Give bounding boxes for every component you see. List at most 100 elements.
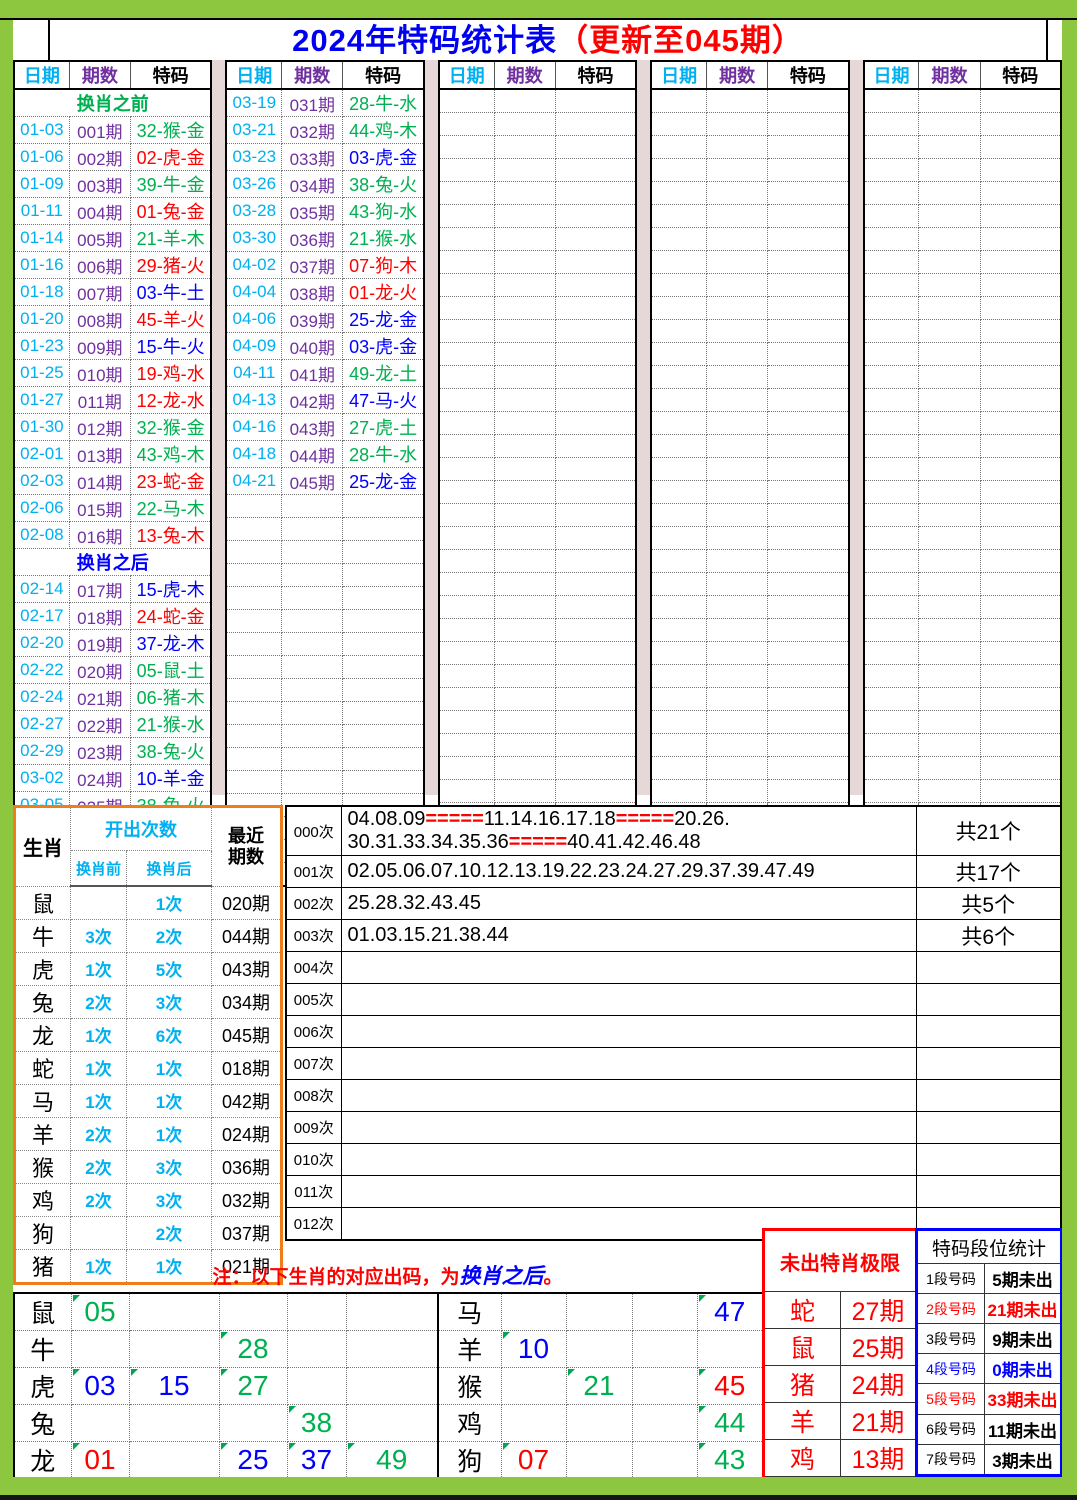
empty-row: [864, 159, 1061, 182]
empty-cell: [980, 665, 1061, 688]
result-period: 005期: [69, 225, 130, 252]
empty-cell: [980, 688, 1061, 711]
empty-row: [864, 711, 1061, 734]
stats-recent-period: 032期: [212, 1183, 282, 1216]
stats-zodiac: 狗: [15, 1216, 71, 1249]
frequency-label: 001次: [286, 856, 341, 888]
overdue-periods: 13期: [841, 1440, 917, 1477]
zodiac-code-empty: [346, 1368, 438, 1405]
segment-value: 21期未出: [985, 1294, 1062, 1324]
empty-cell: [706, 619, 767, 642]
result-row: 03-21032期44-鸡-木: [226, 117, 423, 144]
results-tables: 日期期数特码换肖之前01-03001期32-猴-金01-06002期02-虎-金…: [13, 60, 1062, 795]
zodiac-code-empty: [129, 1405, 219, 1442]
empty-cell: [494, 274, 555, 297]
empty-row: [439, 780, 636, 803]
empty-row: [439, 573, 636, 596]
empty-cell: [651, 665, 706, 688]
empty-cell: [555, 550, 636, 573]
result-row: 02-14017期15-虎-木: [14, 576, 211, 603]
result-row: 04-16043期27-虎-土: [226, 414, 423, 441]
result-period: 020期: [69, 657, 130, 684]
empty-row: [226, 587, 423, 610]
empty-cell: [864, 573, 919, 596]
empty-row: [864, 481, 1061, 504]
empty-row: [226, 702, 423, 725]
result-period: 043期: [282, 414, 343, 441]
frequency-total: [916, 1144, 1061, 1176]
stats-zodiac: 龙: [15, 1018, 71, 1051]
frequency-label: 005次: [286, 984, 341, 1016]
stats-header-recent: 最近期数: [212, 807, 282, 887]
empty-row: [864, 619, 1061, 642]
empty-cell: [864, 320, 919, 343]
empty-cell: [706, 504, 767, 527]
empty-cell: [980, 113, 1061, 136]
zodiac-code-value: 27: [219, 1368, 287, 1405]
empty-cell: [706, 320, 767, 343]
result-period: 024期: [69, 765, 130, 792]
empty-cell: [768, 619, 849, 642]
empty-row: [864, 113, 1061, 136]
empty-cell: [919, 113, 980, 136]
stats-after-count: 2次: [127, 919, 212, 952]
result-period: 001期: [69, 117, 130, 144]
empty-cell: [226, 541, 281, 564]
empty-cell: [343, 725, 424, 748]
frequency-numbers: [341, 1080, 916, 1112]
empty-cell: [706, 89, 767, 113]
result-row: 01-16006期29-猪-火: [14, 252, 211, 279]
empty-row: [439, 389, 636, 412]
empty-cell: [343, 656, 424, 679]
result-code: 49-龙-土: [343, 360, 424, 387]
frame-top: [0, 0, 1077, 20]
empty-cell: [439, 734, 494, 757]
empty-cell: [980, 182, 1061, 205]
empty-cell: [706, 412, 767, 435]
empty-cell: [439, 573, 494, 596]
stats-zodiac: 鼠: [15, 886, 71, 919]
result-row: 换肖之后: [14, 549, 211, 576]
empty-cell: [494, 159, 555, 182]
result-period: 042期: [282, 387, 343, 414]
empty-cell: [768, 596, 849, 619]
empty-cell: [980, 89, 1061, 113]
result-code: 10-羊-金: [130, 765, 211, 792]
empty-cell: [226, 748, 281, 771]
frequency-row: 009次: [286, 1112, 1061, 1144]
empty-cell: [864, 642, 919, 665]
empty-cell: [706, 159, 767, 182]
empty-cell: [555, 182, 636, 205]
empty-row: [439, 412, 636, 435]
column-header-period: 期数: [919, 61, 980, 89]
zodiac-code-empty: [501, 1293, 566, 1331]
empty-cell: [651, 136, 706, 159]
result-code: 19-鸡-水: [130, 360, 211, 387]
segment-row: 4段号码0期未出: [917, 1354, 1062, 1384]
result-row: 01-18007期03-牛-土: [14, 279, 211, 306]
empty-row: [864, 389, 1061, 412]
empty-cell: [494, 711, 555, 734]
empty-cell: [864, 504, 919, 527]
result-date: 03-19: [226, 89, 281, 117]
result-row: 03-28035期43-狗-水: [226, 198, 423, 225]
empty-cell: [494, 228, 555, 251]
empty-cell: [768, 458, 849, 481]
result-code: 25-龙-金: [343, 306, 424, 333]
empty-cell: [706, 596, 767, 619]
segment-label: 7段号码: [917, 1444, 985, 1475]
empty-cell: [706, 780, 767, 803]
empty-cell: [864, 757, 919, 780]
stats-zodiac: 羊: [15, 1117, 71, 1150]
result-row: 03-02024期10-羊-金: [14, 765, 211, 792]
frequency-number-segment: 20.26.: [674, 808, 730, 830]
empty-cell: [494, 757, 555, 780]
empty-row: [226, 679, 423, 702]
column-header-code: 特码: [555, 61, 636, 89]
empty-cell: [555, 481, 636, 504]
empty-cell: [651, 780, 706, 803]
result-row: 03-19031期28-牛-水: [226, 89, 423, 117]
empty-cell: [919, 320, 980, 343]
frequency-numbers-line: 01.03.15.21.38.44: [348, 924, 916, 947]
empty-row: [226, 495, 423, 518]
